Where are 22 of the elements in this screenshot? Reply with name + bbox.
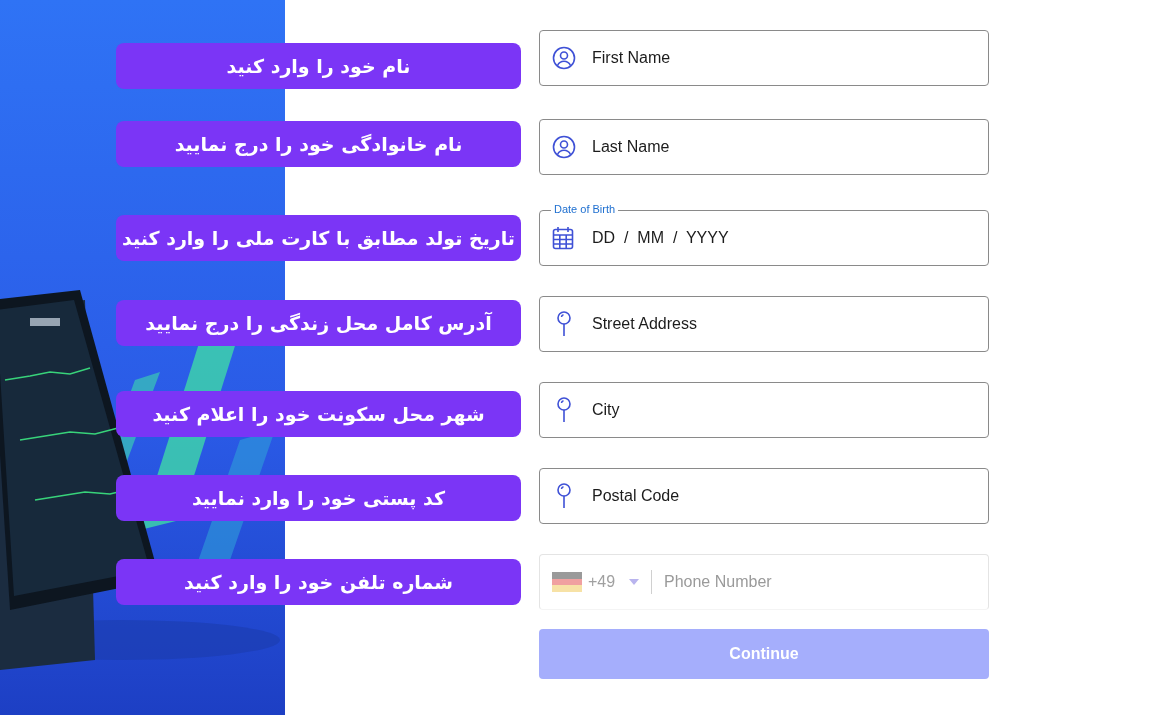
- callout-label: نام خانوادگی خود را درج نمایید: [116, 120, 521, 167]
- calendar-icon: [552, 226, 574, 250]
- flag-icon: [552, 572, 582, 592]
- pin-icon: [556, 483, 572, 509]
- input-field[interactable]: Street Address: [539, 296, 989, 352]
- pin-icon: [556, 311, 572, 337]
- user-icon: [552, 135, 576, 159]
- callout-label: شهر محل سکونت خود را اعلام کنید: [116, 391, 521, 437]
- country-code[interactable]: +49: [588, 573, 616, 591]
- callout-label: شماره تلفن خود را وارد کنید: [116, 559, 521, 605]
- input-field[interactable]: Postal Code: [539, 468, 989, 524]
- caret-icon[interactable]: [629, 579, 640, 585]
- callout-label: نام خود را وارد کنید: [116, 43, 521, 89]
- input-field[interactable]: First Name: [539, 29, 989, 86]
- user-icon: [552, 45, 576, 70]
- callout-label: تاریخ تولد مطابق با کارت ملی را وارد کنید: [116, 215, 521, 261]
- field-label: Date of Birth: [551, 203, 619, 216]
- input-field[interactable]: Last Name: [539, 119, 989, 175]
- pin-icon: [556, 397, 572, 423]
- callout-label: آدرس کامل محل زندگی را درج نمایید: [116, 299, 521, 346]
- callout-label: کد پستی خود را وارد نمایید: [116, 475, 521, 521]
- input-field[interactable]: City: [539, 382, 989, 438]
